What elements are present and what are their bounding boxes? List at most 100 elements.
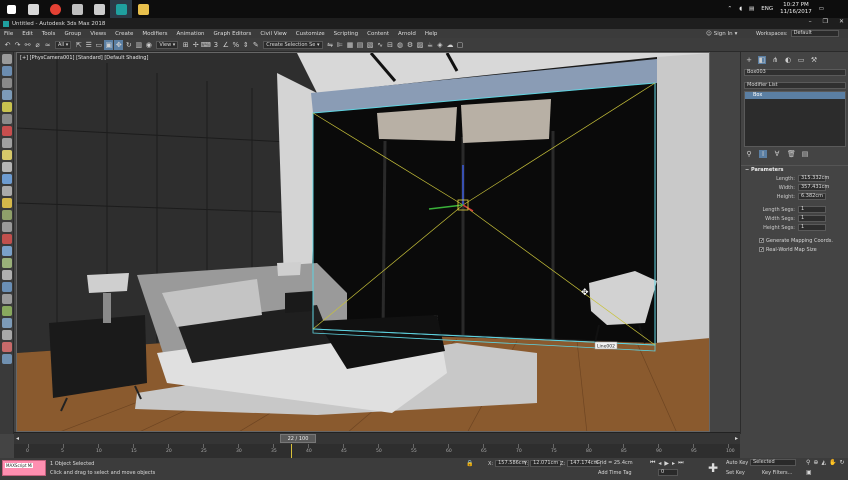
motion-tab-icon[interactable]: ◐	[784, 56, 792, 64]
curve-editor-icon[interactable]: ∿	[376, 40, 385, 50]
tool-icon[interactable]	[1, 282, 12, 292]
tool-icon[interactable]	[1, 138, 12, 148]
length-segs-spinner[interactable]: 1	[798, 206, 826, 213]
taskbar-photos-icon[interactable]	[88, 0, 110, 18]
y-field[interactable]: 12.071cm	[530, 460, 562, 467]
viewport-layout-icon[interactable]	[1, 54, 12, 64]
tool-icon[interactable]	[1, 126, 12, 136]
redo-icon[interactable]: ↷	[13, 40, 22, 50]
tool-icon[interactable]	[1, 306, 12, 316]
edit-named-sets-icon[interactable]: ✎	[251, 40, 260, 50]
tool-icon[interactable]	[1, 198, 12, 208]
remove-modifier-icon[interactable]: 🗑	[787, 150, 796, 158]
align-icon[interactable]: ⊫	[336, 40, 345, 50]
taskbar-explorer-icon[interactable]	[22, 0, 44, 18]
material-editor-icon[interactable]: ◍	[396, 40, 405, 50]
show-end-result-icon[interactable]: I	[759, 150, 767, 158]
bind-space-warp-icon[interactable]: ≈	[43, 40, 52, 50]
ref-coord-dropdown[interactable]: View ▾	[156, 40, 179, 49]
menu-help[interactable]: Help	[425, 31, 438, 37]
height-spinner[interactable]: 6.382cm	[798, 193, 826, 200]
select-by-name-icon[interactable]: ☰	[84, 40, 93, 50]
tool-icon[interactable]	[1, 114, 12, 124]
width-spinner[interactable]: 357.431cm	[798, 184, 829, 191]
maxscript-listener[interactable]: MAXScript Mi	[2, 460, 46, 476]
zoom-icon[interactable]: ⚲	[806, 459, 810, 466]
menu-group[interactable]: Group	[64, 31, 81, 37]
language-indicator[interactable]: ENG	[761, 6, 773, 12]
tool-icon[interactable]	[1, 150, 12, 160]
minimize-button[interactable]: –	[809, 18, 812, 25]
menu-file[interactable]: File	[4, 31, 13, 37]
close-button[interactable]: ✕	[839, 18, 844, 25]
tool-icon[interactable]	[1, 294, 12, 304]
render-iterative-icon[interactable]: ◈	[436, 40, 445, 50]
camera-viewport[interactable]: [+] [PhysCamera001] [Standard] [Default …	[16, 52, 710, 432]
scene-explorer-icon[interactable]: ▦	[346, 40, 355, 50]
workspace-dropdown[interactable]: Default	[790, 30, 839, 37]
menu-modifiers[interactable]: Modifiers	[142, 31, 167, 37]
select-move-icon[interactable]: ✥	[114, 39, 124, 50]
parameters-header[interactable]: − Parameters	[741, 165, 848, 174]
configure-modifier-sets-icon[interactable]: ▤	[801, 150, 809, 158]
next-frame-icon[interactable]: ▸	[672, 460, 675, 467]
object-name-field[interactable]: Box003	[744, 69, 846, 76]
menu-tools[interactable]: Tools	[42, 31, 56, 37]
mirror-icon[interactable]: ⇋	[326, 40, 335, 50]
maximize-button[interactable]: ❐	[823, 18, 828, 25]
window-crossing-icon[interactable]: ▣	[104, 39, 114, 50]
start-button[interactable]	[0, 0, 22, 18]
rect-selection-icon[interactable]: ▭	[94, 40, 103, 50]
set-key-button[interactable]: ✚	[704, 460, 722, 476]
rendered-frame-icon[interactable]: ▨	[416, 40, 425, 50]
angle-snap-icon[interactable]: ∠	[221, 40, 230, 50]
previous-frame-icon[interactable]: ◂	[658, 460, 661, 467]
keyboard-shortcut-icon[interactable]: ⌨	[201, 40, 211, 50]
menu-content[interactable]: Content	[367, 31, 389, 37]
time-slider-right-icon[interactable]: ▸	[735, 435, 738, 442]
lock-selection-icon[interactable]: 🔒	[466, 460, 473, 467]
tool-icon[interactable]	[1, 90, 12, 100]
menu-civil-view[interactable]: Civil View	[260, 31, 286, 37]
pan-icon[interactable]: ✋	[829, 459, 836, 466]
viewport-label[interactable]: [+] [PhysCamera001] [Standard] [Default …	[20, 55, 148, 61]
layer-explorer-icon[interactable]: ▤	[356, 40, 365, 50]
go-to-end-icon[interactable]: ⏭	[678, 459, 683, 467]
generate-mapping-checkbox[interactable]: ✓ Generate Mapping Coords.	[741, 236, 848, 245]
tool-icon[interactable]	[1, 270, 12, 280]
modify-tab-icon[interactable]: ◧	[758, 56, 766, 64]
notifications-icon[interactable]: ▭	[819, 6, 824, 12]
taskbar-chrome-icon[interactable]	[44, 0, 66, 18]
play-icon[interactable]: ▶	[664, 460, 669, 467]
real-world-map-checkbox[interactable]: ✓ Real-World Map Size	[741, 245, 848, 254]
tool-icon[interactable]	[1, 318, 12, 328]
selection-filter-dropdown[interactable]: All ▾	[55, 40, 72, 49]
height-segs-spinner[interactable]: 1	[798, 224, 826, 231]
track-bar[interactable]: 0 5 10 15 20 25 30 35 40 45 50 55 60 65 70 75 80 85 90 95 10…	[14, 444, 740, 458]
create-tab-icon[interactable]: +	[745, 56, 753, 64]
tool-icon[interactable]	[1, 354, 12, 364]
orbit-icon[interactable]: ↻	[840, 459, 845, 466]
render-production-icon[interactable]: ☕	[426, 40, 435, 50]
percent-snap-icon[interactable]: %	[231, 40, 240, 50]
taskbar-app-icon[interactable]	[66, 0, 88, 18]
toggle-ribbon-icon[interactable]: ▧	[366, 40, 375, 50]
render-cloud-icon[interactable]: ☁	[446, 40, 455, 50]
modifier-list-dropdown[interactable]: Modifier List	[744, 82, 846, 89]
speaker-icon[interactable]: ◖	[739, 6, 742, 12]
tool-icon[interactable]	[1, 234, 12, 244]
go-to-start-icon[interactable]: ⏮	[650, 459, 655, 467]
open-a360-icon[interactable]: ▢	[456, 40, 465, 50]
tray-chevron-icon[interactable]: ⌃	[728, 6, 733, 12]
time-slider[interactable]: ◂ 22 / 100 ▸	[14, 432, 740, 444]
maximize-viewport-icon[interactable]: ▣	[806, 469, 812, 476]
add-time-tag[interactable]: Add Time Tag	[598, 470, 632, 476]
auto-key-button[interactable]: Auto Key	[726, 460, 748, 466]
menu-animation[interactable]: Animation	[177, 31, 205, 37]
tool-icon[interactable]	[1, 342, 12, 352]
tool-icon[interactable]	[1, 186, 12, 196]
place-icon[interactable]: ◉	[144, 40, 153, 50]
network-icon[interactable]: ▤	[749, 6, 754, 12]
render-setup-icon[interactable]: ⚙	[406, 40, 415, 50]
tool-icon[interactable]	[1, 258, 12, 268]
